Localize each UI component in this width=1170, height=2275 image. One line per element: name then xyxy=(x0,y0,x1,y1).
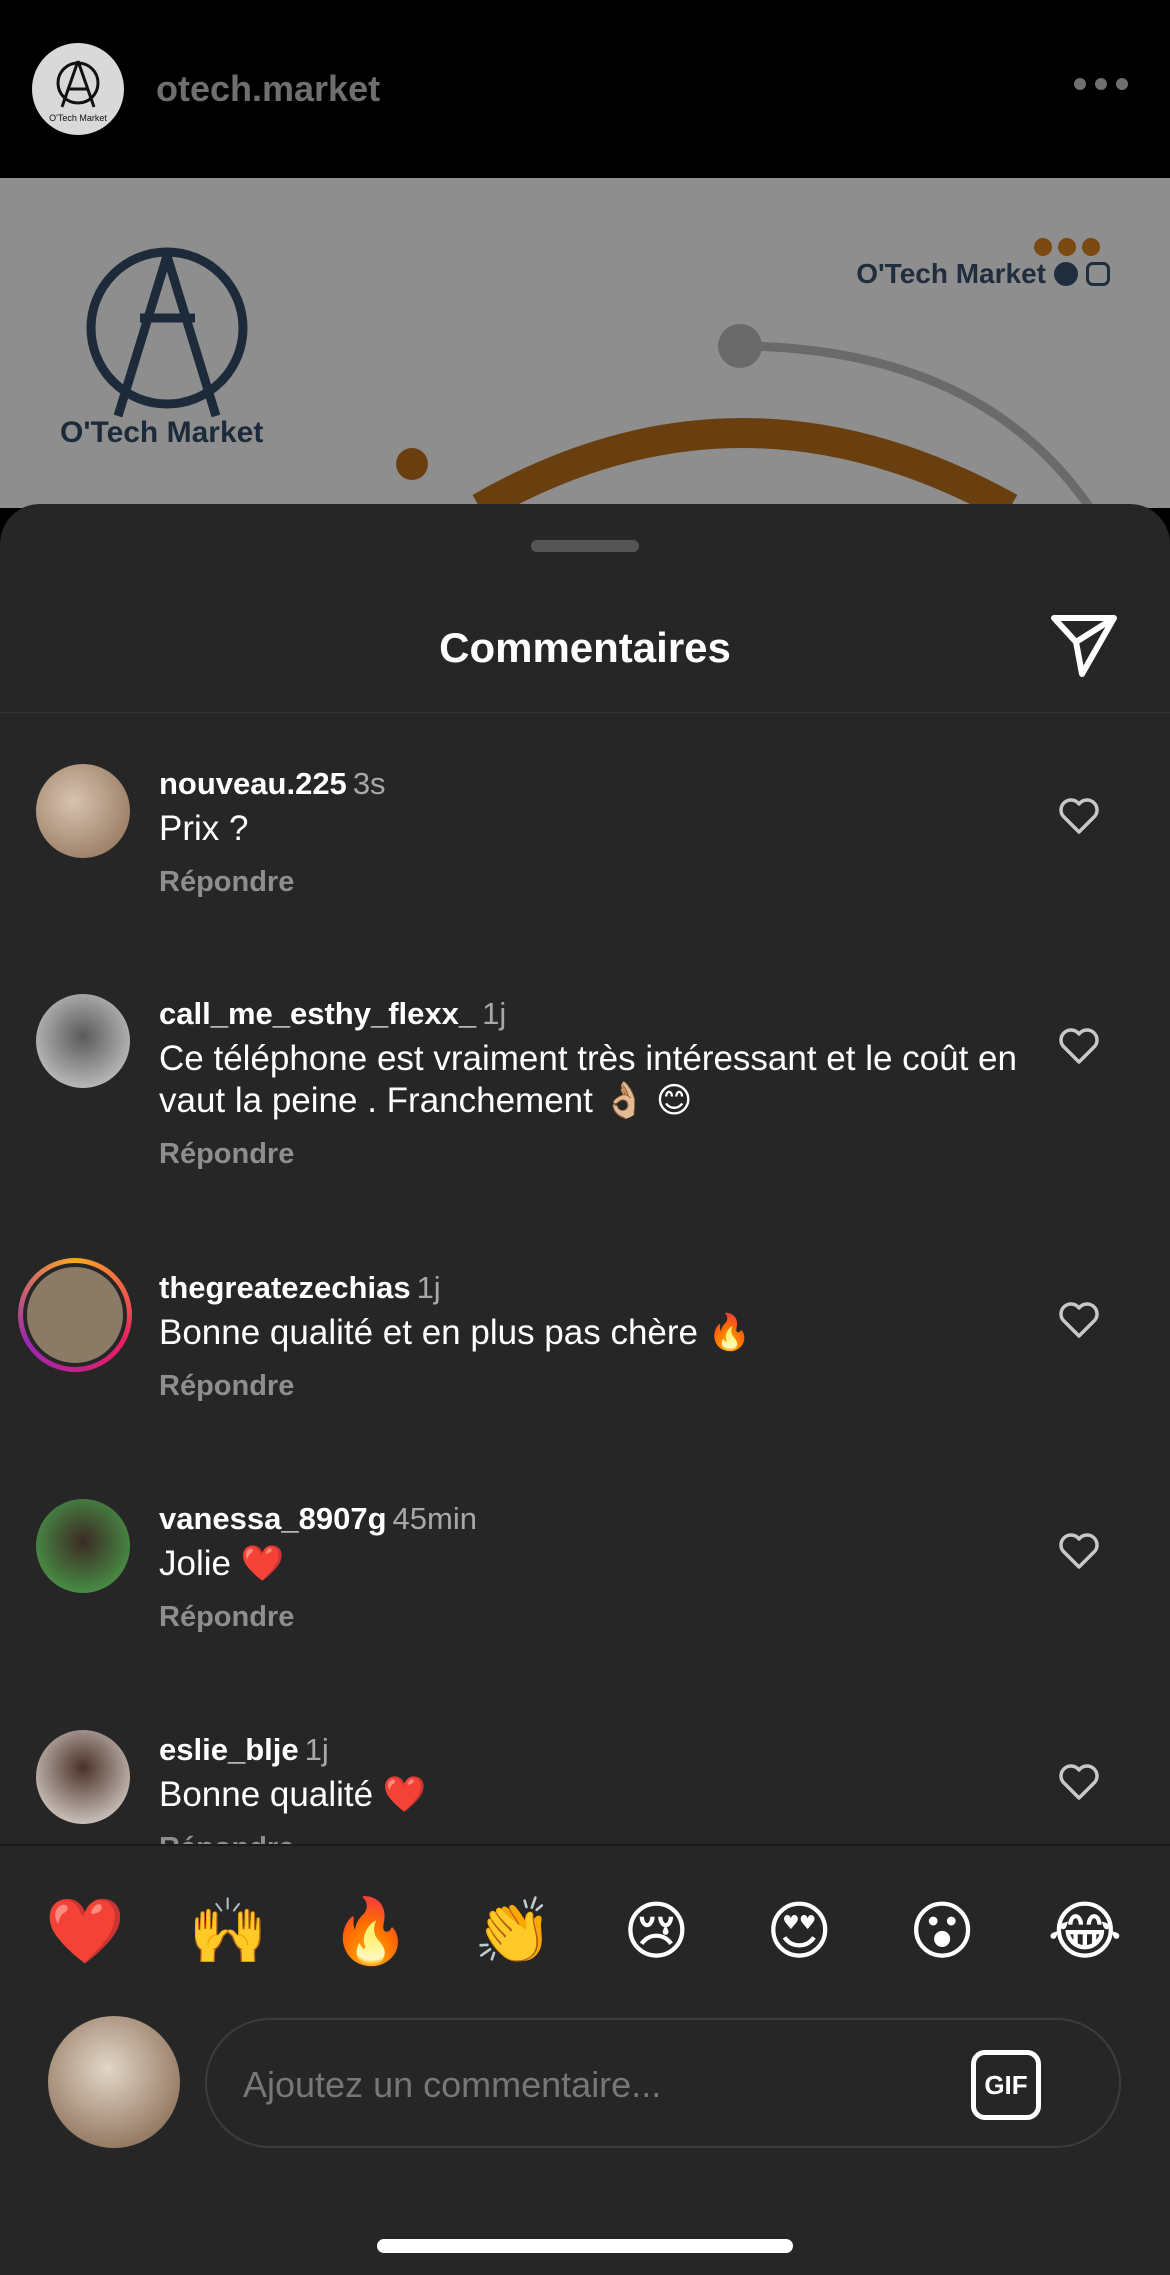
account-avatar[interactable]: O'Tech Market xyxy=(32,43,124,135)
more-options-icon[interactable] xyxy=(1074,78,1128,90)
post-brand-name: O'Tech Market xyxy=(856,258,1110,290)
comments-list: nouveau.225 3s Prix ? Répondre call_me_es… xyxy=(0,734,1170,1844)
instagram-icon xyxy=(1086,262,1110,286)
logo-caption: O'Tech Market xyxy=(60,416,264,449)
comment-text: Bonne qualité ❤️ xyxy=(159,1775,427,1814)
comment-username[interactable]: thegreatezechias xyxy=(159,1270,411,1305)
comment-time: 3s xyxy=(352,766,386,801)
comment-time: 1j xyxy=(304,1732,329,1767)
commenter-avatar[interactable] xyxy=(36,1730,130,1824)
share-send-icon[interactable] xyxy=(1048,612,1120,680)
gif-button[interactable]: GIF xyxy=(971,2050,1041,2120)
commenter-avatar[interactable] xyxy=(36,994,130,1088)
commenter-avatar-story-ring[interactable] xyxy=(18,1258,132,1372)
comment-text: Jolie ❤️ xyxy=(159,1544,285,1583)
commenter-avatar[interactable] xyxy=(36,1499,130,1593)
reply-button[interactable]: Répondre xyxy=(159,1138,1039,1171)
comment-username[interactable]: vanessa_8907g xyxy=(159,1501,387,1536)
brand-dots xyxy=(1034,238,1100,256)
like-heart-icon[interactable] xyxy=(1058,1762,1100,1802)
sheet-title: Commentaires xyxy=(439,624,731,671)
commenter-avatar[interactable] xyxy=(36,764,130,858)
reply-button[interactable]: Répondre xyxy=(159,1370,1039,1403)
comment-text: Bonne qualité et en plus pas chère 🔥 xyxy=(159,1313,752,1352)
brand-name-text: O'Tech Market xyxy=(856,258,1046,289)
reaction-surprised[interactable]: 😮 xyxy=(887,1892,997,1972)
comment-text: Prix ? xyxy=(159,809,249,848)
comment-text: Ce téléphone est vraiment très intéressa… xyxy=(159,1039,1017,1120)
home-indicator xyxy=(377,2239,793,2253)
comment-username[interactable]: eslie_blje xyxy=(159,1732,299,1767)
like-heart-icon[interactable] xyxy=(1058,1300,1100,1340)
comment-time: 1j xyxy=(416,1270,441,1305)
comment-input[interactable] xyxy=(243,2050,923,2120)
comments-sheet: Commentaires nouveau.225 3s Prix ? Répond… xyxy=(0,504,1170,2275)
comment-time: 45min xyxy=(392,1501,477,1536)
sheet-divider xyxy=(0,712,1170,713)
reaction-raising-hands[interactable]: 🙌 xyxy=(173,1892,283,1972)
post-image: O'Tech Market O'Tech Market xyxy=(0,178,1170,508)
comment-username[interactable]: call_me_esthy_flexx_ xyxy=(159,996,476,1031)
avatar-caption: O'Tech Market xyxy=(49,113,107,123)
post-username[interactable]: otech.market xyxy=(156,68,380,110)
like-heart-icon[interactable] xyxy=(1058,1026,1100,1066)
otech-logo-icon: O'Tech Market xyxy=(49,60,107,123)
comment-composer[interactable]: GIF xyxy=(205,2018,1121,2148)
comment-username[interactable]: nouveau.225 xyxy=(159,766,347,801)
post-header: O'Tech Market otech.market xyxy=(0,0,1170,178)
quick-reactions: ❤️ 🙌 🔥 👏 😢 😍 😮 😂 xyxy=(30,1892,1140,1972)
post-graphic xyxy=(86,247,1094,508)
reply-button[interactable]: Répondre xyxy=(159,1601,1039,1634)
like-heart-icon[interactable] xyxy=(1058,796,1100,836)
current-user-avatar xyxy=(48,2016,180,2148)
like-heart-icon[interactable] xyxy=(1058,1531,1100,1571)
reply-button[interactable]: Répondre xyxy=(159,1832,1039,1844)
sheet-grabber[interactable] xyxy=(531,540,639,552)
reaction-crying[interactable]: 😢 xyxy=(601,1892,711,1972)
emoji-bar-divider xyxy=(0,1844,1170,1846)
reaction-fire[interactable]: 🔥 xyxy=(316,1892,426,1972)
reply-button[interactable]: Répondre xyxy=(159,866,1039,899)
reaction-laughing[interactable]: 😂 xyxy=(1030,1892,1140,1972)
facebook-icon xyxy=(1054,262,1078,286)
reaction-heart[interactable]: ❤️ xyxy=(30,1892,140,1972)
comment-time: 1j xyxy=(482,996,507,1031)
reaction-clapping[interactable]: 👏 xyxy=(459,1892,569,1972)
reaction-heart-eyes[interactable]: 😍 xyxy=(744,1892,854,1972)
